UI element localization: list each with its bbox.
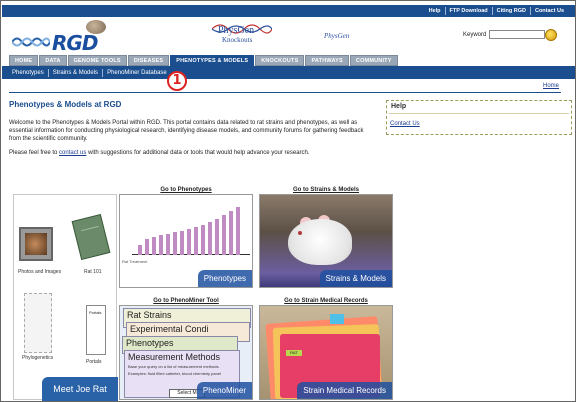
top-link-ftp[interactable]: FTP Download: [444, 7, 492, 15]
joe-rat-panel[interactable]: Photos and Images Rat 101 Portals Phylog…: [13, 194, 118, 401]
book-icon: [71, 213, 111, 261]
rgd-logo-text: RGD: [52, 31, 98, 55]
portals-sheet-icon: Portals: [86, 305, 106, 355]
main-nav: HOME DATA GENOME TOOLS DISEASES PHENOTYP…: [9, 55, 398, 66]
go-to-phenotypes-link[interactable]: Go to Phenotypes: [119, 187, 253, 193]
subnav-phenominer[interactable]: PhenoMiner Database: [102, 68, 171, 77]
photos-caption: Photos and Images: [18, 269, 62, 275]
go-to-phenominer-link[interactable]: Go to PhenoMiner Tool: [119, 298, 253, 304]
divider: [9, 92, 561, 93]
tab-data[interactable]: DATA: [39, 55, 67, 66]
help-contact-link[interactable]: Contact Us: [390, 121, 420, 127]
tab-phenotypes-models[interactable]: PHENOTYPES & MODELS: [170, 55, 255, 66]
phylogenetics-caption: Phylogenetics: [22, 355, 54, 361]
search-go-button[interactable]: [545, 29, 557, 41]
folder-tab-label: RAT: [286, 350, 302, 356]
rgd-logo[interactable]: RGD: [12, 31, 102, 55]
top-link-help[interactable]: Help: [425, 7, 445, 15]
phenominer-tile[interactable]: Rat Strains Experimental Condi Phenotype…: [119, 305, 253, 400]
folder-tab: [330, 314, 344, 324]
dna-icon: [12, 37, 50, 47]
top-links: Help FTP Download Citing RGD Contact Us: [425, 7, 568, 15]
physgen-logo[interactable]: PhysGen: [324, 32, 349, 40]
phenotype-chart-footer: Rat Treatment: [122, 259, 148, 264]
subnav-phenotypes[interactable]: Phenotypes: [10, 69, 48, 77]
physgen-subtitle: Knockouts: [222, 36, 253, 44]
page-frame: Help FTP Download Citing RGD Contact Us …: [0, 0, 576, 402]
go-to-medical-records-link[interactable]: Go to Strain Medical Records: [259, 298, 393, 304]
measurement-methods-examples: Examples: fluid filled catheter, blood c…: [128, 371, 221, 376]
feedback-pre: Please feel free to: [9, 150, 58, 156]
top-bar: Help FTP Download Citing RGD Contact Us: [2, 5, 575, 17]
callout-1: 1: [167, 71, 187, 91]
phenotypes-tile-label: Phenotypes: [197, 270, 252, 287]
phenotype-bar-chart: [132, 203, 250, 255]
tab-knockouts[interactable]: KNOCKOUTS: [255, 55, 305, 66]
help-panel: Help Contact Us: [386, 100, 572, 135]
tab-genome-tools[interactable]: GENOME TOOLS: [67, 55, 127, 66]
physgen-title: PhysGen: [218, 25, 255, 36]
help-title: Help: [389, 103, 569, 114]
physgen-knockouts-logo[interactable]: PhysGen Knockouts: [212, 21, 272, 49]
rat-eye: [298, 231, 302, 235]
medical-tile-label: Strain Medical Records: [297, 382, 392, 399]
strains-models-tile[interactable]: Strains & Models: [259, 194, 393, 288]
measurement-methods-title: Measurement Methods: [128, 352, 221, 362]
sub-nav: Phenotypes Strains & Models PhenoMiner D…: [2, 66, 575, 79]
meet-joe-rat-button[interactable]: Meet Joe Rat: [42, 377, 118, 401]
rat-logo-icon: [86, 20, 106, 34]
tab-home[interactable]: HOME: [9, 55, 39, 66]
tab-diseases[interactable]: DISEASES: [127, 55, 170, 66]
keyword-label: Keyword: [463, 32, 487, 38]
strains-tile-label: Strains & Models: [319, 270, 392, 287]
intro-text: Welcome to the Phenotypes & Models Porta…: [9, 120, 364, 142]
portals-sheet-label: Portals: [89, 310, 102, 315]
go-to-strains-link[interactable]: Go to Strains & Models: [259, 187, 393, 193]
subnav-strains-models[interactable]: Strains & Models: [47, 68, 102, 77]
measurement-methods-sub: Base your query on a list of measurement…: [128, 364, 220, 369]
page-title: Phenotypes & Models at RGD: [9, 100, 122, 109]
site-header: RGD PhysGen Knockouts PhysGen Keyword: [2, 17, 575, 55]
tab-community[interactable]: COMMUNITY: [349, 55, 398, 66]
phenominer-tile-label: PhenoMiner: [196, 382, 252, 399]
tab-pathways[interactable]: PATHWAYS: [305, 55, 349, 66]
top-link-citing[interactable]: Citing RGD: [491, 7, 530, 15]
top-link-contact[interactable]: Contact Us: [529, 7, 568, 15]
contact-us-link[interactable]: contact us: [59, 150, 86, 156]
phylogenetics-sheet-icon: [24, 293, 52, 353]
keyword-search-input[interactable]: [489, 30, 545, 39]
phenotypes-tile[interactable]: Rat Treatment Phenotypes: [119, 194, 253, 288]
home-link[interactable]: Home: [543, 83, 559, 89]
rat101-caption: Rat 101: [84, 269, 102, 275]
white-rat-photo: [288, 219, 352, 265]
portals-caption: Portals: [86, 359, 102, 365]
feedback-text: Please feel free to contact us with sugg…: [9, 150, 377, 156]
feedback-post: with suggestions for additional data or …: [88, 150, 310, 156]
medical-records-tile[interactable]: RAT Strain Medical Records: [259, 305, 393, 400]
photo-frame-icon: [19, 227, 53, 261]
